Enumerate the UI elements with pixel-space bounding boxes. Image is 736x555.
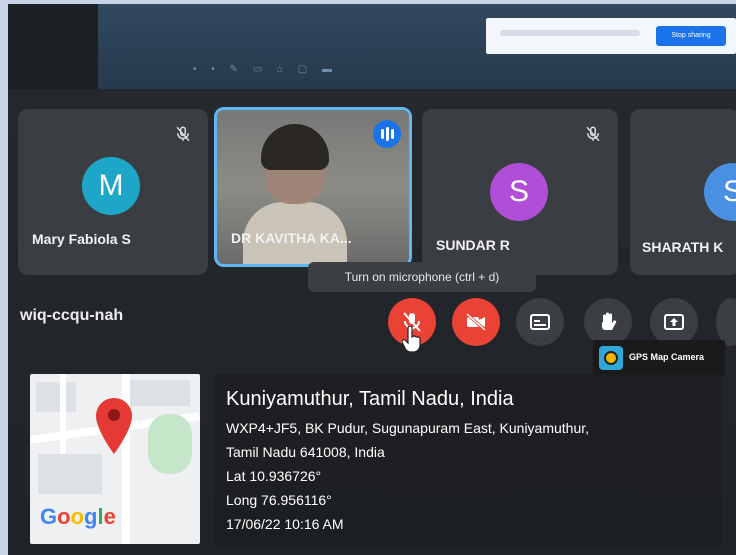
latitude: Lat 10.936726° xyxy=(226,468,322,484)
meeting-photo: • • ✎ ▭ ⌂ ▢ ▬ Stop sharing M Mary Fabiol… xyxy=(8,4,736,555)
meeting-code: wiq-ccqu-nah xyxy=(20,307,124,324)
longitude: Long 76.956116° xyxy=(226,492,332,508)
present-now-button[interactable] xyxy=(650,298,698,346)
participant-name: Mary Fabiola S xyxy=(32,231,131,247)
mic-muted-icon xyxy=(586,126,600,142)
share-bar-text xyxy=(500,30,640,36)
participant-name: SUNDAR R xyxy=(436,237,510,253)
location-info-panel: Kuniyamuthur, Tamil Nadu, India WXP4+JF5… xyxy=(214,374,722,548)
timestamp: 17/06/22 10:16 AM xyxy=(226,516,344,532)
participant-name: SHARATH K xyxy=(642,239,724,255)
avatar: M xyxy=(82,157,140,215)
gps-camera-watermark: GPS Map Camera xyxy=(593,340,725,376)
mic-muted-icon xyxy=(176,126,190,142)
participant-tile[interactable]: S SUNDAR R xyxy=(422,109,618,275)
hand-cursor-icon xyxy=(402,326,421,353)
screen-share-bar: Stop sharing xyxy=(486,18,736,54)
speaking-indicator-icon xyxy=(373,120,401,148)
park-area xyxy=(148,414,192,474)
raise-hand-button[interactable] xyxy=(584,298,632,346)
avatar: S xyxy=(490,163,548,221)
presentation-toolbar: • • ✎ ▭ ⌂ ▢ ▬ xyxy=(193,64,338,75)
gps-badge-label: GPS Map Camera xyxy=(629,352,705,362)
address-line: WXP4+JF5, BK Pudur, Sugunapuram East, Ku… xyxy=(226,420,590,436)
camera-off-icon xyxy=(466,312,486,332)
map-pin-icon xyxy=(96,398,132,454)
captions-button[interactable] xyxy=(516,298,564,346)
captions-icon xyxy=(530,314,550,330)
participant-tile[interactable]: M Mary Fabiola S xyxy=(18,109,208,275)
participant-name: DR KAVITHA KA... xyxy=(231,230,352,246)
participant-tile[interactable]: S SHARATH K xyxy=(630,109,736,275)
mic-tooltip: Turn on microphone (ctrl + d) xyxy=(308,262,536,292)
hand-icon xyxy=(602,312,617,330)
gps-camera-logo-icon xyxy=(599,346,623,370)
location-title: Kuniyamuthur, Tamil Nadu, India xyxy=(226,388,514,410)
stop-sharing-button[interactable]: Stop sharing xyxy=(656,26,726,46)
present-screen-icon xyxy=(664,314,684,330)
camera-toggle-button[interactable] xyxy=(452,298,500,346)
avatar: S xyxy=(704,163,736,221)
google-logo: Google xyxy=(40,504,116,529)
participant-tile-active[interactable]: DR KAVITHA KA... xyxy=(214,107,412,267)
map-thumbnail: Google xyxy=(30,374,200,544)
address-line: Tamil Nadu 641008, India xyxy=(226,444,385,460)
